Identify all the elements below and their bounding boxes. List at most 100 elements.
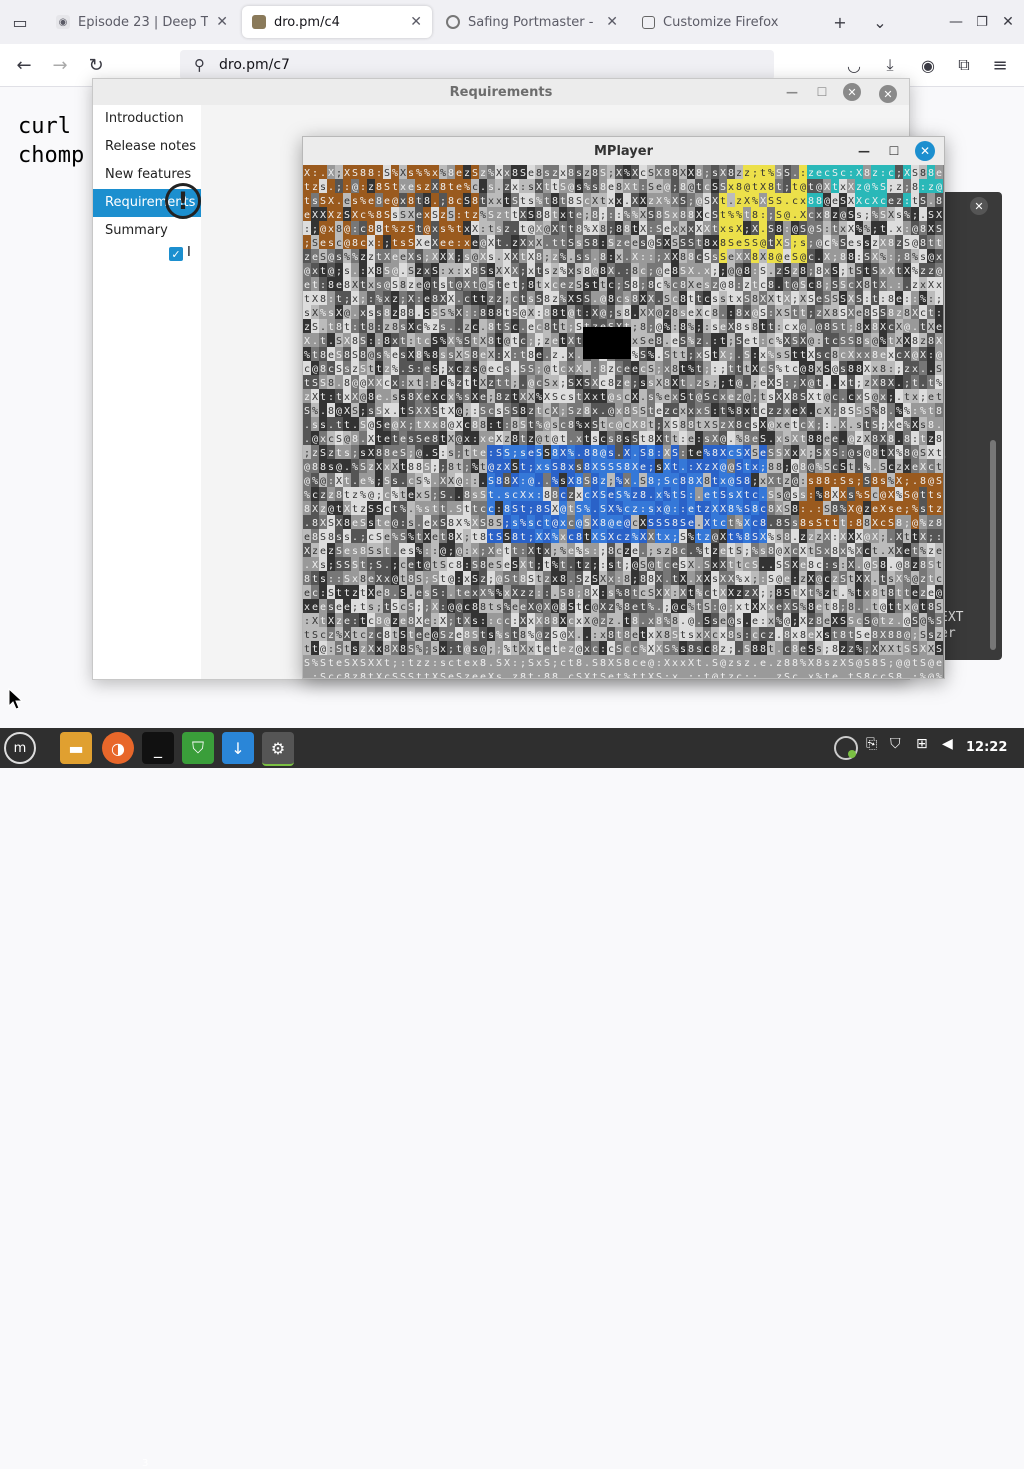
close-icon[interactable]: ✕ xyxy=(879,85,897,103)
close-tab-icon[interactable]: ✕ xyxy=(410,14,422,30)
maximize-icon[interactable]: ☐ xyxy=(813,83,831,101)
tab-portmaster[interactable]: Safing Portmaster - Ea ✕ xyxy=(436,6,628,38)
svg-text:S: S xyxy=(376,420,382,431)
svg-text:@: @ xyxy=(480,280,486,291)
svg-text:c: c xyxy=(472,322,478,333)
settings-icon[interactable]: ⚙ xyxy=(262,732,294,766)
shield-icon[interactable]: ⛉ xyxy=(182,732,214,764)
close-icon[interactable]: ✕ xyxy=(915,141,935,161)
menu-icon[interactable]: ≡ xyxy=(986,51,1014,79)
svg-text:x: x xyxy=(448,392,454,403)
svg-text:e: e xyxy=(456,182,462,193)
volume-icon[interactable]: ◀ xyxy=(942,736,953,752)
shield-tray-icon[interactable]: ⛉ xyxy=(890,736,901,752)
svg-text:@: @ xyxy=(752,308,758,319)
svg-text:%: % xyxy=(488,168,494,179)
svg-text:8: 8 xyxy=(672,518,678,529)
clock[interactable]: 12:22 xyxy=(966,740,1007,755)
svg-text:s: s xyxy=(400,350,406,361)
svg-text:;: ; xyxy=(904,476,910,487)
clipboard-icon[interactable]: ⎘ xyxy=(866,736,877,752)
new-tab-button[interactable]: + xyxy=(826,8,854,36)
svg-text::: : xyxy=(824,224,830,235)
svg-text:t: t xyxy=(696,294,702,305)
close-window-icon[interactable]: ✕ xyxy=(994,8,1022,36)
network-icon[interactable]: ⊞ xyxy=(916,736,928,752)
svg-text:.: . xyxy=(808,504,814,515)
svg-text:X: X xyxy=(328,210,334,221)
svg-text:;: ; xyxy=(440,462,446,473)
minimize-icon[interactable]: — xyxy=(783,83,801,101)
svg-text:;: ; xyxy=(336,168,342,179)
minimize-icon[interactable]: — xyxy=(855,142,873,160)
url-bar[interactable]: ⚲ dro.pm/c7 xyxy=(180,50,774,80)
svg-text:.: . xyxy=(768,560,774,571)
svg-text:z: z xyxy=(632,504,638,515)
svg-text:X: X xyxy=(824,252,830,263)
svg-text:X: X xyxy=(672,196,678,207)
accept-checkbox[interactable]: ✓ xyxy=(169,247,183,261)
svg-text:c: c xyxy=(824,574,830,585)
download-icon[interactable]: ↓ xyxy=(222,732,254,764)
files-icon[interactable]: ▬ xyxy=(60,732,92,764)
back-icon[interactable]: ← xyxy=(10,51,38,79)
svg-text:.: . xyxy=(512,364,518,375)
close-icon[interactable]: ✕ xyxy=(843,83,861,101)
forward-icon[interactable]: → xyxy=(46,51,74,79)
svg-text:t: t xyxy=(712,476,718,487)
svg-text::: : xyxy=(784,378,790,389)
svg-text:z: z xyxy=(664,546,670,557)
restore-icon[interactable]: ❐ xyxy=(968,8,996,36)
tab-customize-firefox[interactable]: Customize Firefox xyxy=(632,6,812,38)
sidebar-item-summary[interactable]: Summary xyxy=(93,217,201,245)
svg-text:S: S xyxy=(680,532,686,543)
svg-text:@: @ xyxy=(440,546,446,557)
close-icon[interactable]: ✕ xyxy=(970,197,988,215)
close-tab-icon[interactable]: ✕ xyxy=(216,14,228,30)
svg-text:;: ; xyxy=(832,252,838,263)
tab-dro-pm[interactable]: dro.pm/c4 ✕ xyxy=(242,6,432,38)
svg-text:z: z xyxy=(624,546,630,557)
firefox-icon[interactable]: ◑ xyxy=(102,732,134,764)
account-icon[interactable]: ◉ xyxy=(914,51,942,79)
svg-text:X: X xyxy=(552,406,558,417)
tab-episode[interactable]: ◉ Episode 23 | Deep Thr ✕ xyxy=(46,6,238,38)
svg-text:c: c xyxy=(464,294,470,305)
pocket-icon[interactable]: ◡ xyxy=(840,51,868,79)
downloads-icon[interactable]: ⤓ xyxy=(876,51,904,79)
svg-text:;: ; xyxy=(872,224,878,235)
tab-overview-icon[interactable]: ▭ xyxy=(6,8,34,36)
svg-text:.: . xyxy=(696,518,702,529)
svg-text:X: X xyxy=(536,238,542,249)
sidebar-item-release-notes[interactable]: Release notes xyxy=(93,133,201,161)
svg-text:s: s xyxy=(440,350,446,361)
reload-icon[interactable]: ↻ xyxy=(82,51,110,79)
svg-text:.: . xyxy=(320,168,326,179)
svg-text:S: S xyxy=(720,182,726,193)
maximize-icon[interactable]: ☐ xyxy=(885,142,903,160)
svg-text:e: e xyxy=(336,280,342,291)
terminal-scrollbar[interactable] xyxy=(990,440,996,650)
svg-text:S: S xyxy=(848,336,854,347)
svg-text:s: s xyxy=(856,420,862,431)
sidebar-item-introduction[interactable]: Introduction xyxy=(93,105,201,133)
extensions-icon[interactable]: ⧉ xyxy=(950,51,978,79)
svg-text:8: 8 xyxy=(880,364,886,375)
tab-list-button[interactable]: ⌄ xyxy=(866,8,894,36)
svg-text:8: 8 xyxy=(352,336,358,347)
mint-menu-icon[interactable]: m xyxy=(4,732,36,764)
svg-text:s: s xyxy=(744,322,750,333)
svg-text:X: X xyxy=(808,350,814,361)
svg-text:s: s xyxy=(856,210,862,221)
svg-text:;: ; xyxy=(752,392,758,403)
terminal-icon[interactable]: _ xyxy=(142,732,174,764)
svg-text:.: . xyxy=(888,406,894,417)
close-tab-icon[interactable]: ✕ xyxy=(606,14,618,30)
svg-text:.: . xyxy=(760,224,766,235)
svg-text:8: 8 xyxy=(664,168,670,179)
svg-text:X: X xyxy=(880,434,886,445)
svg-text:t: t xyxy=(648,420,654,431)
svg-text::: : xyxy=(936,532,942,543)
svg-text:S: S xyxy=(632,434,638,445)
minimize-icon[interactable]: — xyxy=(942,8,970,36)
